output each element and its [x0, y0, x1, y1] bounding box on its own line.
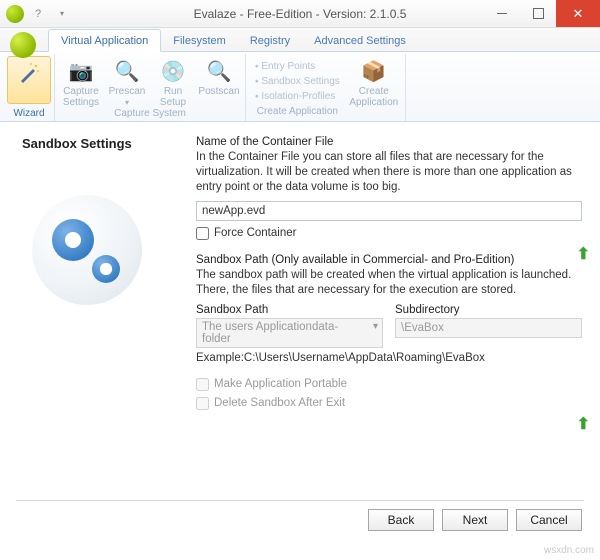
settings-illustration [32, 195, 142, 305]
example-path: Example:C:\Users\Username\AppData\Roamin… [196, 352, 582, 364]
app-icon [10, 32, 36, 58]
sandbox-path-col-label: Sandbox Path [196, 304, 383, 316]
sandbox-path-select: The users Applicationdata-folder [196, 318, 383, 348]
tab-registry[interactable]: Registry [238, 30, 302, 51]
footer-buttons: Back Next Cancel [0, 501, 600, 539]
next-button[interactable]: Next [442, 509, 508, 531]
sandbox-path-desc: The sandbox path will be created when th… [196, 268, 582, 298]
force-container-checkbox[interactable]: Force Container [196, 227, 582, 240]
title-bar: ? ▾ Evalaze - Free-Edition - Version: 2.… [0, 0, 600, 28]
magnifier-icon: 🔍 [205, 58, 233, 86]
watermark: wsxdn.com [544, 545, 594, 556]
wizard-button[interactable] [7, 56, 51, 104]
close-button[interactable]: ✕ [556, 0, 600, 27]
create-application-button: 📦Create Application [346, 56, 402, 121]
prescan-button: 🔍Prescan▾ [104, 56, 150, 108]
container-file-desc: In the Container File you can store all … [196, 150, 582, 195]
sandbox-path-label: Sandbox Path (Only available in Commerci… [196, 254, 582, 266]
subdirectory-col-label: Subdirectory [395, 304, 582, 316]
magic-wand-icon [15, 59, 43, 87]
maximize-button[interactable] [520, 0, 556, 27]
run-setup-button: 💿Run Setup [150, 56, 196, 108]
entry-points-item: ⬩ Entry Points [255, 59, 340, 74]
install-icon: 💿 [159, 58, 187, 86]
cancel-button[interactable]: Cancel [516, 509, 582, 531]
container-file-input[interactable] [196, 201, 582, 221]
minimize-button[interactable] [484, 0, 520, 27]
tab-virtual-application[interactable]: Virtual Application [48, 29, 161, 52]
ribbon-tabs: Virtual Application Filesystem Registry … [0, 28, 600, 52]
make-portable-checkbox: Make Application Portable [196, 378, 582, 391]
magnifier-icon: 🔍 [113, 58, 141, 86]
isolation-profiles-item: ⬩ Isolation-Profiles [255, 89, 340, 104]
delete-sandbox-checkbox: Delete Sandbox After Exit [196, 397, 582, 410]
nav-up-arrow-icon[interactable]: ⬆ [577, 244, 590, 264]
capture-system-group-label: Capture System [58, 108, 242, 121]
sandbox-settings-item: ⬩ Sandbox Settings [255, 74, 340, 89]
gear-icon [92, 255, 120, 283]
app-orb-icon[interactable] [6, 5, 24, 23]
qat-help-button[interactable]: ? [28, 4, 48, 24]
subdirectory-input [395, 318, 582, 338]
qat-dropdown-button[interactable]: ▾ [52, 4, 72, 24]
page-heading: Sandbox Settings [22, 136, 182, 151]
nav-up-arrow-icon[interactable]: ⬆ [577, 414, 590, 434]
back-button[interactable]: Back [368, 509, 434, 531]
gear-icon [52, 219, 94, 261]
postscan-button: 🔍Postscan [196, 56, 242, 108]
container-file-label: Name of the Container File [196, 136, 582, 148]
capture-settings-button: 📷Capture Settings [58, 56, 104, 108]
camera-icon: 📷 [67, 58, 95, 86]
ribbon: Wizard 📷Capture Settings 🔍Prescan▾ 💿Run … [0, 52, 600, 122]
tab-advanced-settings[interactable]: Advanced Settings [302, 30, 418, 51]
package-icon: 📦 [360, 58, 388, 86]
wizard-group-label: Wizard [7, 108, 51, 121]
tab-filesystem[interactable]: Filesystem [161, 30, 238, 51]
create-application-group-label: Create Application [255, 104, 340, 121]
